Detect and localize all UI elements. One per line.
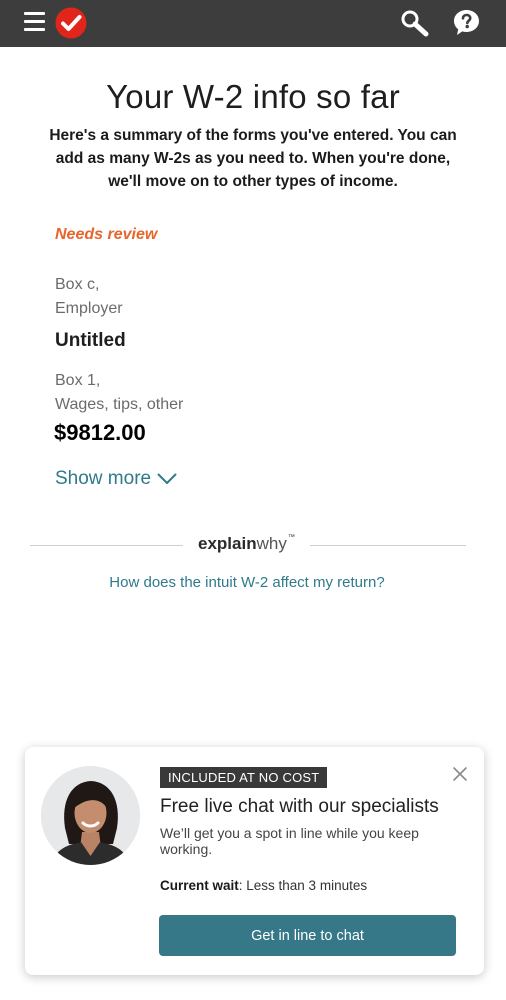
current-wait: Current wait: Less than 3 minutes — [160, 878, 367, 893]
wages-label: Box 1, Wages, tips, other — [55, 369, 183, 417]
needs-review-status: Needs review — [55, 226, 158, 243]
explainwhy-link[interactable]: How does the intuit W-2 affect my return… — [0, 574, 494, 591]
chat-title: Free live chat with our specialists — [160, 796, 439, 817]
chevron-down-icon — [157, 473, 177, 484]
checkmark-logo-icon[interactable] — [55, 7, 87, 39]
wages-value: $9812.00 — [54, 420, 146, 445]
included-badge: INCLUDED AT NO COST — [160, 767, 328, 788]
wages-label-box: Box 1, — [55, 372, 101, 389]
get-in-line-button[interactable]: Get in line to chat — [159, 915, 456, 956]
live-chat-card: INCLUDED AT NO COST Free live chat with … — [25, 747, 484, 975]
show-more-link[interactable]: Show more — [55, 468, 177, 490]
employer-label: Box c, Employer — [55, 273, 123, 321]
specialist-avatar — [41, 766, 140, 865]
employer-label-text: Employer — [55, 300, 123, 317]
page-title: Your W-2 info so far — [106, 78, 400, 115]
top-nav-bar — [0, 0, 506, 47]
explainwhy-divider: explainwhy™ — [30, 532, 466, 558]
wait-label: Current wait — [160, 878, 239, 893]
explainwhy-logo: explainwhy™ — [198, 534, 295, 553]
search-icon[interactable] — [400, 9, 430, 37]
divider-line-right — [310, 545, 466, 546]
show-more-label: Show more — [55, 468, 152, 489]
help-question-icon[interactable] — [453, 9, 480, 36]
employer-label-box: Box c, — [55, 276, 100, 293]
divider-line-left — [30, 545, 183, 546]
page-subtitle: Here's a summary of the forms you've ent… — [49, 127, 457, 190]
wait-value: : Less than 3 minutes — [238, 878, 368, 893]
hamburger-icon[interactable] — [24, 11, 45, 31]
chat-description: We’ll get you a spot in line while you k… — [160, 825, 419, 857]
wages-label-text: Wages, tips, other — [55, 396, 184, 413]
close-icon[interactable] — [451, 765, 469, 783]
employer-value: Untitled — [55, 330, 126, 351]
